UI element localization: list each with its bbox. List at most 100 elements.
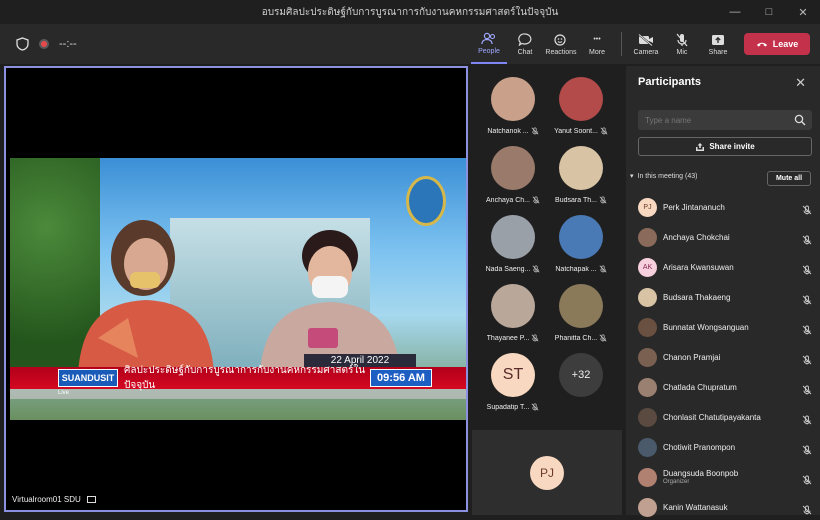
gallery-tile[interactable]: Budsara Th... <box>546 146 616 214</box>
participant-name-block: Perk Jintananuch <box>663 203 725 212</box>
participant-initials-avatar: +32 <box>559 353 603 397</box>
maximize-icon[interactable]: □ <box>752 0 786 24</box>
participant-name-block: Budsara Thakaeng <box>663 293 730 302</box>
gallery-name-text: Supadatip T... <box>486 403 530 411</box>
participant-avatar <box>491 284 535 328</box>
participant-avatar <box>491 77 535 121</box>
chat-button[interactable]: Chat <box>507 24 543 64</box>
participant-name: Chatlada Chupratum <box>663 382 737 392</box>
mic-off-icon <box>599 196 607 204</box>
people-button[interactable]: People <box>471 24 507 64</box>
participant-avatar <box>559 215 603 259</box>
mic-off-icon <box>802 472 812 485</box>
participant-row[interactable]: Bunnatat Wongsanguan <box>638 314 816 340</box>
gallery-name-text: Natchanok ... <box>487 127 529 135</box>
mic-off-icon <box>802 292 812 305</box>
broadcast-headline: ศิลปะประดิษฐ์กับการบูรณาการกับงานคหกรรมศ… <box>124 365 366 391</box>
participant-row[interactable]: Duangsuda Boonpob Organizer <box>638 464 816 490</box>
share-button[interactable]: Share <box>700 24 736 64</box>
participant-avatar <box>638 497 657 517</box>
gallery-tile[interactable]: +32 <box>546 353 616 421</box>
participant-name: Arisara Kwansuwan <box>663 262 734 272</box>
title-bar: อบรมศิลปะประดิษฐ์กับการบูรณาการกับงานคหก… <box>0 0 820 24</box>
camera-button[interactable]: Camera <box>628 24 664 64</box>
mic-off-icon <box>802 322 812 335</box>
broadcast-clock: 09:56 AM <box>370 369 432 387</box>
share-invite-button[interactable]: Share invite <box>638 137 812 156</box>
reactions-icon <box>553 33 569 47</box>
search-participants-input[interactable] <box>638 110 812 130</box>
participant-row[interactable]: Chatlada Chupratum <box>638 374 816 400</box>
stage-participant-label: Virtualroom01 SDU <box>12 495 96 504</box>
participant-avatar <box>638 467 657 487</box>
more-icon: ••• <box>593 36 601 43</box>
in-meeting-count: In this meeting (43) <box>637 172 698 180</box>
participant-name: Kanin Wattanasuk <box>663 502 728 512</box>
mic-off-icon <box>674 33 690 47</box>
meeting-timer: --:-- <box>59 38 77 50</box>
leave-label: Leave <box>772 39 799 49</box>
phone-hangup-icon <box>756 42 767 47</box>
share-icon <box>696 142 705 151</box>
in-meeting-section[interactable]: ▾ In this meeting (43) <box>630 172 698 181</box>
participant-avatar <box>638 287 657 307</box>
participant-avatar <box>491 215 535 259</box>
mic-button[interactable]: Mic <box>664 24 700 64</box>
reactions-button[interactable]: Reactions <box>543 24 579 64</box>
gallery-tile[interactable]: Anchaya Ch... <box>478 146 548 214</box>
leave-button[interactable]: Leave <box>744 33 810 55</box>
camera-off-icon <box>638 33 654 47</box>
minimize-icon[interactable]: — <box>718 0 752 24</box>
participant-initials-avatar: PJ <box>638 197 657 217</box>
mic-off-icon <box>802 442 812 455</box>
gallery-tile[interactable]: Yanut Soont... <box>546 77 616 145</box>
broadcast-video: 22 April 2022 SUANDUSIT ศิลปะประดิษฐ์กับ… <box>10 158 466 420</box>
gallery-tile[interactable]: Natchanok ... <box>478 77 548 145</box>
mic-off-icon <box>532 265 540 273</box>
participant-row[interactable]: Chonlasit Chatutipayakanta <box>638 404 816 430</box>
participant-name: Bunnatat Wongsanguan <box>663 322 749 332</box>
participant-name-block: Chonlasit Chatutipayakanta <box>663 413 761 422</box>
close-panel-icon[interactable]: ✕ <box>795 75 806 91</box>
participant-row[interactable]: Budsara Thakaeng <box>638 284 816 310</box>
chevron-down-icon: ▾ <box>630 173 634 180</box>
gallery-tile-name: Yanut Soont... <box>547 127 615 135</box>
participant-role: Organizer <box>663 479 690 485</box>
mic-off-icon <box>600 127 608 135</box>
gallery-tile[interactable]: ST Supadatip T... <box>478 353 548 421</box>
toolbar-divider <box>621 32 622 56</box>
recording-icon <box>39 39 49 49</box>
meeting-toolbar: --:-- People Chat Reactions ••• More Cam… <box>0 24 820 64</box>
close-window-icon[interactable]: ✕ <box>786 0 820 24</box>
pinned-video-tile[interactable]: PJ <box>472 430 622 515</box>
window-title: อบรมศิลปะประดิษฐ์กับการบูรณาการกับงานคหก… <box>261 6 559 18</box>
participant-row[interactable]: Chotiwit Pranompon <box>638 434 816 460</box>
more-button[interactable]: ••• More <box>579 24 615 64</box>
mute-all-button[interactable]: Mute all <box>767 171 811 186</box>
live-badge: Live <box>58 390 70 396</box>
gallery-tile-name: Supadatip T... <box>479 403 547 411</box>
chat-icon <box>517 33 533 47</box>
gallery-tile[interactable]: Thayanee P... <box>478 284 548 352</box>
gallery-tile-name: Phanitta Ch... <box>547 334 615 342</box>
participant-row[interactable]: Chanon Pramjai <box>638 344 816 370</box>
gallery-name-text: Natchapak ... <box>555 265 597 273</box>
mic-off-icon <box>802 202 812 215</box>
mic-off-icon <box>531 334 539 342</box>
people-label: People <box>478 47 500 55</box>
gallery-name-text: Anchaya Ch... <box>486 196 530 204</box>
participant-row[interactable]: PJ Perk Jintananuch <box>638 194 816 220</box>
shield-icon <box>16 37 29 51</box>
gallery-tile[interactable]: Natchapak ... <box>546 215 616 283</box>
gallery-tile[interactable]: Phanitta Ch... <box>546 284 616 352</box>
gallery-tile-name: Thayanee P... <box>479 334 547 342</box>
participant-row[interactable]: Anchaya Chokchai <box>638 224 816 250</box>
participant-avatar <box>559 77 603 121</box>
participant-avatar <box>638 347 657 367</box>
participant-name-block: Bunnatat Wongsanguan <box>663 323 749 332</box>
main-video-stage[interactable]: 22 April 2022 SUANDUSIT ศิลปะประดิษฐ์กับ… <box>4 66 468 512</box>
participant-row[interactable]: AK Arisara Kwansuwan <box>638 254 816 280</box>
participant-row[interactable]: Kanin Wattanasuk <box>638 494 816 520</box>
gallery-tile[interactable]: Nada Saeng... <box>478 215 548 283</box>
camera-label: Camera <box>633 48 659 56</box>
